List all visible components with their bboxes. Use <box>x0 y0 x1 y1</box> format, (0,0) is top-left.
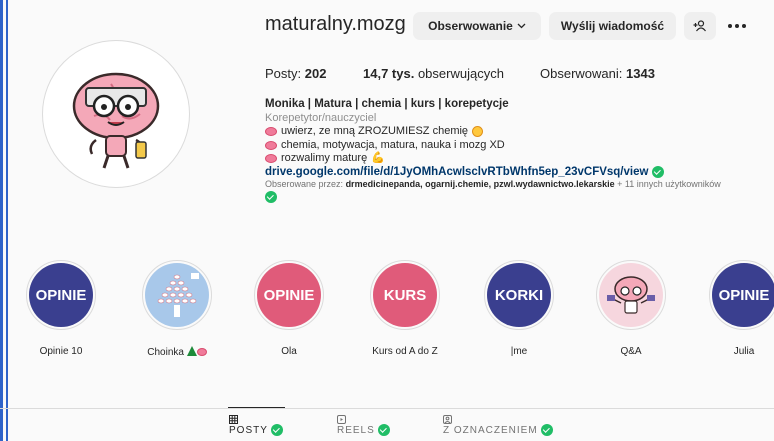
pill-tree-icon <box>157 273 199 317</box>
highlight-ring: KORKI <box>484 260 554 330</box>
highlight-cover <box>145 263 209 327</box>
highlight-choinka[interactable]: Choinka <box>136 260 218 358</box>
highlight-me[interactable]: KORKI |me <box>478 260 560 357</box>
verified-check-icon <box>265 191 277 203</box>
highlight-label: Ola <box>281 346 297 357</box>
window-frame-left-inner <box>6 0 8 441</box>
highlight-label: Choinka <box>136 346 218 358</box>
verified-check-icon <box>540 424 553 436</box>
tab-reels[interactable]: REELS <box>337 415 390 436</box>
highlight-cover: KORKI <box>487 263 551 327</box>
bio-link-text[interactable]: drive.google.com/file/d/1JyOMhAcwlsclvRT… <box>265 166 648 180</box>
bio-line-3-text: rozwalimy maturę <box>281 152 368 164</box>
highlight-label: Kurs od A do Z <box>372 346 438 357</box>
brain-mascot-icon <box>72 72 160 169</box>
highlight-ring: OPINIE <box>26 260 96 330</box>
highlight-julia[interactable]: OPINIE Julia <box>703 260 774 357</box>
followers-value: 14,7 tys. <box>363 66 415 81</box>
highlight-ring <box>142 260 212 330</box>
profile-bio: Monika | Matura | chemia | kurs | korepe… <box>265 98 774 204</box>
window-frame-left <box>0 0 3 441</box>
tagged-icon <box>443 415 452 424</box>
add-person-icon <box>693 20 706 32</box>
highlight-label: Opinie 10 <box>39 346 83 357</box>
posts-value: 202 <box>304 66 327 81</box>
profile-username: maturalny.mozg <box>265 13 406 35</box>
bio-name: Monika | Matura | chemia | kurs | korepe… <box>265 98 509 110</box>
highlight-ring: OPINIE <box>254 260 324 330</box>
following-button[interactable]: Obserwowanie <box>413 12 541 40</box>
tabs-divider <box>0 408 774 409</box>
followed-by-names[interactable]: drmedicinepanda, ogarnij.chemie, pzwl.wy… <box>346 179 615 189</box>
followed-by-prefix: Obserowane przez: <box>265 179 344 189</box>
highlight-label: Q&A <box>620 346 642 357</box>
highlight-cover <box>599 263 663 327</box>
grid-icon <box>229 415 238 424</box>
send-message-button[interactable]: Wyślij wiadomość <box>549 12 676 40</box>
bio-category: Korepetytor/nauczyciel <box>265 111 377 124</box>
flexed-arm-emoji-icon: 💪 <box>371 152 385 165</box>
followed-by-suffix: + 11 innych użytkowników <box>617 179 721 189</box>
tab-tagged-label: Z OZNACZENIEM <box>443 424 538 436</box>
highlight-cover: OPINIE <box>29 263 93 327</box>
tab-tagged[interactable]: Z OZNACZENIEM <box>443 415 553 436</box>
tab-posts[interactable]: POSTY <box>229 415 283 436</box>
tab-posts-label: POSTY <box>229 424 268 436</box>
highlight-cover: OPINIE <box>257 263 321 327</box>
posts-count: Posty: 202 <box>265 66 326 81</box>
highlight-ring <box>596 260 666 330</box>
reels-icon <box>337 415 346 424</box>
pill-icon <box>265 127 277 137</box>
verified-check-icon <box>270 424 283 436</box>
following-button-label: Obserwowanie <box>428 19 513 33</box>
bio-line-1-text: uwierz, ze mną ZROZUMIESZ chemię <box>281 125 469 137</box>
following-label: Obserwowani: <box>540 66 623 81</box>
pill-icon <box>265 154 277 164</box>
following-value: 1343 <box>626 66 655 81</box>
chevron-down-icon <box>517 23 526 29</box>
verified-check-icon <box>377 424 390 436</box>
highlight-label-text: Choinka <box>147 347 184 358</box>
pill-icon <box>196 348 207 356</box>
pill-icon <box>265 140 277 150</box>
highlight-ola[interactable]: OPINIE Ola <box>248 260 330 357</box>
christmas-tree-icon <box>186 346 197 356</box>
bio-line-2: chemia, motywacja, matura, nauka i mozg … <box>265 139 774 153</box>
posts-label: Posty: <box>265 66 302 81</box>
bio-line-1: uwierz, ze mną ZROZUMIESZ chemię <box>265 125 774 139</box>
highlight-ring: KURS <box>370 260 440 330</box>
highlight-kurs[interactable]: KURS Kurs od A do Z <box>364 260 446 357</box>
highlight-ring: OPINIE <box>709 260 774 330</box>
verified-check-icon <box>652 166 665 179</box>
followed-by[interactable]: Obserowane przez: drmedicinepanda, ogarn… <box>265 179 774 190</box>
highlight-qa[interactable]: Q&A <box>590 260 672 357</box>
profile-avatar[interactable] <box>42 40 190 188</box>
brain-mascot-icon <box>607 276 655 314</box>
heart-eyes-emoji-icon <box>472 126 484 138</box>
bio-link[interactable]: drive.google.com/file/d/1JyOMhAcwlsclvRT… <box>265 166 774 180</box>
send-message-label: Wyślij wiadomość <box>560 19 665 33</box>
active-tab-indicator <box>228 407 285 408</box>
followers-count[interactable]: 14,7 tys. obserwujących <box>363 66 504 81</box>
highlight-label: Julia <box>733 346 755 357</box>
highlight-label: |me <box>510 346 528 357</box>
highlight-opinie-10[interactable]: OPINIE Opinie 10 <box>20 260 102 357</box>
bio-line-3: rozwalimy maturę 💪 <box>265 152 774 166</box>
highlight-cover: OPINIE <box>712 263 774 327</box>
more-options-icon[interactable] <box>726 12 748 40</box>
suggest-users-button[interactable] <box>684 12 716 40</box>
tab-reels-label: REELS <box>337 424 375 436</box>
highlight-cover: KURS <box>373 263 437 327</box>
following-count[interactable]: Obserwowani: 1343 <box>540 66 655 81</box>
followers-label: obserwujących <box>417 66 504 81</box>
bio-line-2-text: chemia, motywacja, matura, nauka i mozg … <box>281 138 505 151</box>
